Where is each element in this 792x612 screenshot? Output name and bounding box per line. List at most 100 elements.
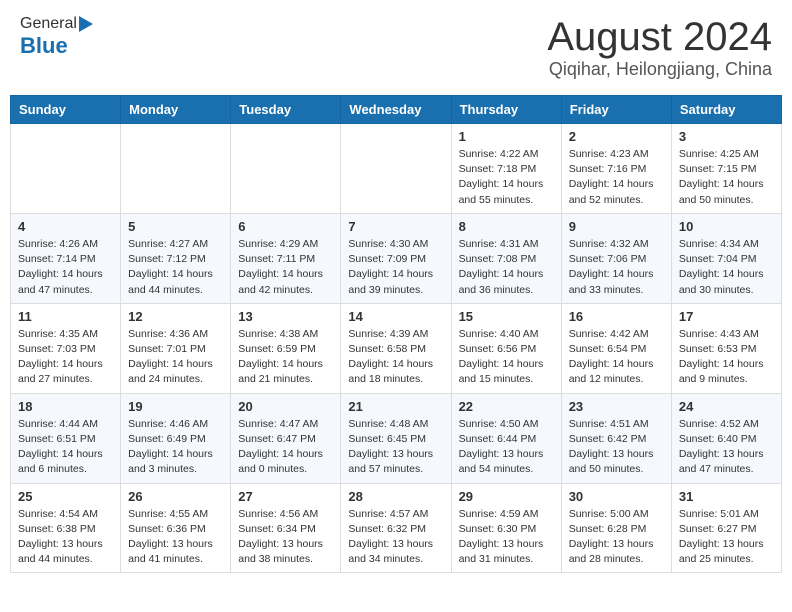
day-info: Sunrise: 4:50 AM Sunset: 6:44 PM Dayligh… [459,417,554,478]
day-number: 10 [679,219,774,234]
table-row: 9 Sunrise: 4:32 AM Sunset: 7:06 PM Daylig… [561,213,671,303]
col-saturday: Saturday [671,96,781,124]
day-info: Sunrise: 4:54 AM Sunset: 6:38 PM Dayligh… [18,507,113,568]
logo: General Blue [20,15,93,59]
day-info: Sunrise: 4:30 AM Sunset: 7:09 PM Dayligh… [348,237,443,298]
day-info: Sunrise: 4:42 AM Sunset: 6:54 PM Dayligh… [569,327,664,388]
table-row: 24 Sunrise: 4:52 AM Sunset: 6:40 PM Dayli… [671,393,781,483]
table-row [121,124,231,214]
day-number: 16 [569,309,664,324]
day-number: 23 [569,399,664,414]
month-year-title: August 2024 [547,15,772,59]
table-row: 17 Sunrise: 4:43 AM Sunset: 6:53 PM Dayli… [671,303,781,393]
day-number: 29 [459,489,554,504]
location-subtitle: Qiqihar, Heilongjiang, China [547,59,772,80]
day-number: 11 [18,309,113,324]
col-thursday: Thursday [451,96,561,124]
table-row: 26Sunrise: 4:55 AM Sunset: 6:36 PM Dayli… [121,483,231,573]
table-row: 10 Sunrise: 4:34 AM Sunset: 7:04 PM Dayli… [671,213,781,303]
table-row: 25 Sunrise: 4:54 AM Sunset: 6:38 PM Dayli… [11,483,121,573]
table-row: 27 Sunrise: 4:56 AM Sunset: 6:34 PM Dayli… [231,483,341,573]
day-info: Sunrise: 4:26 AM Sunset: 7:14 PM Dayligh… [18,237,113,298]
day-info: Sunrise: 4:59 AM Sunset: 6:30 PM Dayligh… [459,507,554,568]
day-number: 6 [238,219,333,234]
day-info: Sunrise: 4:40 AM Sunset: 6:56 PM Dayligh… [459,327,554,388]
table-row: 20 Sunrise: 4:47 AM Sunset: 6:47 PM Dayli… [231,393,341,483]
day-number: 24 [679,399,774,414]
day-number: 4 [18,219,113,234]
col-monday: Monday [121,96,231,124]
day-info: Sunrise: 4:23 AM Sunset: 7:16 PM Dayligh… [569,147,664,208]
day-info: Sunrise: 4:55 AM Sunset: 6:36 PM Dayligh… [128,507,223,568]
day-number: 17 [679,309,774,324]
day-number: 30 [569,489,664,504]
day-number: 22 [459,399,554,414]
day-number: 20 [238,399,333,414]
day-number: 25 [18,489,113,504]
table-row: 19 Sunrise: 4:46 AM Sunset: 6:49 PM Dayli… [121,393,231,483]
calendar-week-3: 11Sunrise: 4:35 AM Sunset: 7:03 PM Dayli… [11,303,782,393]
table-row: 28Sunrise: 4:57 AM Sunset: 6:32 PM Dayli… [341,483,451,573]
table-row: 23Sunrise: 4:51 AM Sunset: 6:42 PM Dayli… [561,393,671,483]
table-row: 22 Sunrise: 4:50 AM Sunset: 6:44 PM Dayli… [451,393,561,483]
day-info: Sunrise: 5:01 AM Sunset: 6:27 PM Dayligh… [679,507,774,568]
col-tuesday: Tuesday [231,96,341,124]
day-info: Sunrise: 4:34 AM Sunset: 7:04 PM Dayligh… [679,237,774,298]
day-info: Sunrise: 5:00 AM Sunset: 6:28 PM Dayligh… [569,507,664,568]
day-number: 5 [128,219,223,234]
day-info: Sunrise: 4:31 AM Sunset: 7:08 PM Dayligh… [459,237,554,298]
day-info: Sunrise: 4:43 AM Sunset: 6:53 PM Dayligh… [679,327,774,388]
day-info: Sunrise: 4:32 AM Sunset: 7:06 PM Dayligh… [569,237,664,298]
table-row: 7Sunrise: 4:30 AM Sunset: 7:09 PM Daylig… [341,213,451,303]
day-info: Sunrise: 4:25 AM Sunset: 7:15 PM Dayligh… [679,147,774,208]
day-info: Sunrise: 4:46 AM Sunset: 6:49 PM Dayligh… [128,417,223,478]
day-number: 15 [459,309,554,324]
calendar-header-row: Sunday Monday Tuesday Wednesday Thursday… [11,96,782,124]
day-info: Sunrise: 4:56 AM Sunset: 6:34 PM Dayligh… [238,507,333,568]
table-row: 29 Sunrise: 4:59 AM Sunset: 6:30 PM Dayli… [451,483,561,573]
table-row: 31 Sunrise: 5:01 AM Sunset: 6:27 PM Dayli… [671,483,781,573]
col-sunday: Sunday [11,96,121,124]
title-section: August 2024 Qiqihar, Heilongjiang, China [547,15,772,80]
day-number: 31 [679,489,774,504]
day-info: Sunrise: 4:52 AM Sunset: 6:40 PM Dayligh… [679,417,774,478]
table-row: 30 Sunrise: 5:00 AM Sunset: 6:28 PM Dayli… [561,483,671,573]
day-number: 27 [238,489,333,504]
day-info: Sunrise: 4:39 AM Sunset: 6:58 PM Dayligh… [348,327,443,388]
table-row: 3 Sunrise: 4:25 AM Sunset: 7:15 PM Daylig… [671,124,781,214]
day-number: 3 [679,129,774,144]
table-row: 11Sunrise: 4:35 AM Sunset: 7:03 PM Dayli… [11,303,121,393]
table-row [11,124,121,214]
table-row: 8 Sunrise: 4:31 AM Sunset: 7:08 PM Daylig… [451,213,561,303]
table-row: 4 Sunrise: 4:26 AM Sunset: 7:14 PM Daylig… [11,213,121,303]
table-row: 21 Sunrise: 4:48 AM Sunset: 6:45 PM Dayli… [341,393,451,483]
page-header: General Blue August 2024 Qiqihar, Heilon… [10,10,782,85]
table-row [231,124,341,214]
col-wednesday: Wednesday [341,96,451,124]
table-row: 13Sunrise: 4:38 AM Sunset: 6:59 PM Dayli… [231,303,341,393]
table-row: 5Sunrise: 4:27 AM Sunset: 7:12 PM Daylig… [121,213,231,303]
day-info: Sunrise: 4:44 AM Sunset: 6:51 PM Dayligh… [18,417,113,478]
logo-triangle-icon [79,16,93,32]
day-number: 19 [128,399,223,414]
day-number: 9 [569,219,664,234]
day-number: 21 [348,399,443,414]
calendar-week-1: 1Sunrise: 4:22 AM Sunset: 7:18 PM Daylig… [11,124,782,214]
day-number: 14 [348,309,443,324]
day-info: Sunrise: 4:29 AM Sunset: 7:11 PM Dayligh… [238,237,333,298]
day-info: Sunrise: 4:22 AM Sunset: 7:18 PM Dayligh… [459,147,554,208]
calendar-week-4: 18Sunrise: 4:44 AM Sunset: 6:51 PM Dayli… [11,393,782,483]
table-row: 18Sunrise: 4:44 AM Sunset: 6:51 PM Dayli… [11,393,121,483]
logo-general-text: General [20,15,77,33]
table-row: 16 Sunrise: 4:42 AM Sunset: 6:54 PM Dayli… [561,303,671,393]
table-row: 14 Sunrise: 4:39 AM Sunset: 6:58 PM Dayli… [341,303,451,393]
calendar-week-2: 4 Sunrise: 4:26 AM Sunset: 7:14 PM Daylig… [11,213,782,303]
day-number: 8 [459,219,554,234]
calendar-table: Sunday Monday Tuesday Wednesday Thursday… [10,95,782,573]
table-row: 6 Sunrise: 4:29 AM Sunset: 7:11 PM Daylig… [231,213,341,303]
day-info: Sunrise: 4:47 AM Sunset: 6:47 PM Dayligh… [238,417,333,478]
logo-blue-text: Blue [20,33,68,59]
table-row: 2Sunrise: 4:23 AM Sunset: 7:16 PM Daylig… [561,124,671,214]
table-row: 12Sunrise: 4:36 AM Sunset: 7:01 PM Dayli… [121,303,231,393]
day-info: Sunrise: 4:48 AM Sunset: 6:45 PM Dayligh… [348,417,443,478]
